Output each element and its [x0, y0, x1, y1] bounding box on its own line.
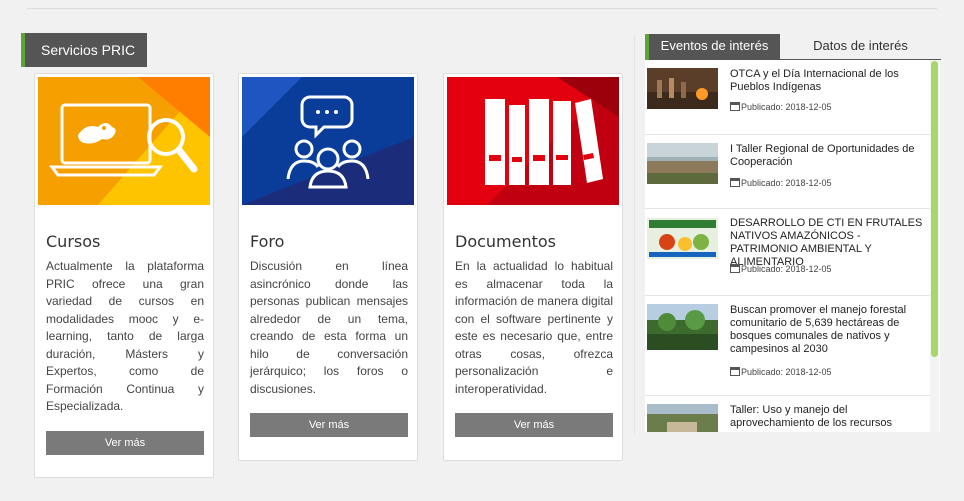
- news-item[interactable]: Taller: Uso y manejo del aprovechamiento…: [645, 396, 930, 432]
- news-title[interactable]: DESARROLLO DE CTI EN FRUTALES NATIVOS AM…: [730, 217, 925, 269]
- card-description: Actualmente la plataforma PRIC ofrece un…: [46, 259, 204, 413]
- documentos-image: [447, 77, 619, 205]
- card-title: Foro: [250, 232, 285, 251]
- foro-image: [242, 77, 414, 205]
- top-divider: [27, 8, 937, 9]
- news-scroll-thumb[interactable]: [931, 61, 938, 357]
- news-thumbnail[interactable]: [647, 143, 718, 184]
- news-title[interactable]: OTCA y el Día Internacional de los Puebl…: [730, 68, 925, 94]
- tab-eventos[interactable]: Eventos de interés: [645, 34, 780, 60]
- news-date: Publicado: 2018-12-05: [730, 102, 832, 112]
- news-thumbnail[interactable]: [647, 304, 718, 350]
- news-item[interactable]: OTCA y el Día Internacional de los Puebl…: [645, 60, 930, 135]
- calendar-icon: [730, 178, 740, 187]
- calendar-icon: [730, 367, 740, 376]
- tab-datos[interactable]: Datos de interés: [780, 34, 941, 60]
- news-title[interactable]: Taller: Uso y manejo del aprovechamiento…: [730, 404, 925, 430]
- news-list[interactable]: OTCA y el Día Internacional de los Puebl…: [645, 60, 940, 432]
- news-date: Publicado: 2018-12-05: [730, 178, 832, 188]
- calendar-icon: [730, 102, 740, 111]
- news-thumbnail[interactable]: [647, 68, 718, 109]
- card-foro: Foro Discusión en línea asincrónico dond…: [238, 73, 418, 461]
- ver-mas-button[interactable]: Ver más: [455, 413, 613, 437]
- news-item[interactable]: I Taller Regional de Oportunidades de Co…: [645, 135, 930, 209]
- section-title: Servicios PRIC: [21, 33, 148, 67]
- calendar-icon: [730, 264, 740, 273]
- card-title: Documentos: [455, 232, 557, 251]
- news-date: Publicado: 2018-12-05: [730, 264, 832, 274]
- card-title: Cursos: [46, 232, 101, 251]
- news-title[interactable]: Buscan promover el manejo forestal comun…: [730, 304, 925, 356]
- card-documentos: Documentos En la actualidad lo habitual …: [443, 73, 623, 461]
- news-thumbnail[interactable]: [647, 218, 718, 259]
- news-tabs: Eventos de interés Datos de interés: [645, 34, 941, 60]
- news-date: Publicado: 2018-12-05: [730, 367, 832, 377]
- card-description: En la actualidad lo habitual es almacena…: [455, 259, 613, 396]
- news-item[interactable]: Buscan promover el manejo forestal comun…: [645, 296, 930, 396]
- ver-mas-button[interactable]: Ver más: [46, 431, 204, 455]
- ver-mas-button[interactable]: Ver más: [250, 413, 408, 437]
- cursos-image: [38, 77, 210, 205]
- card-description: Discusión en línea asincrónico donde las…: [250, 259, 408, 396]
- news-title[interactable]: I Taller Regional de Oportunidades de Co…: [730, 143, 925, 169]
- sidebar-divider: [634, 34, 635, 434]
- news-item[interactable]: DESARROLLO DE CTI EN FRUTALES NATIVOS AM…: [645, 209, 930, 296]
- card-cursos: Cursos Actualmente la plataforma PRIC of…: [34, 73, 214, 478]
- news-thumbnail[interactable]: [647, 404, 718, 432]
- discussion-group-icon: [242, 77, 414, 205]
- laptop-frog-magnifier-icon: [38, 77, 210, 205]
- books-icon: [447, 77, 619, 205]
